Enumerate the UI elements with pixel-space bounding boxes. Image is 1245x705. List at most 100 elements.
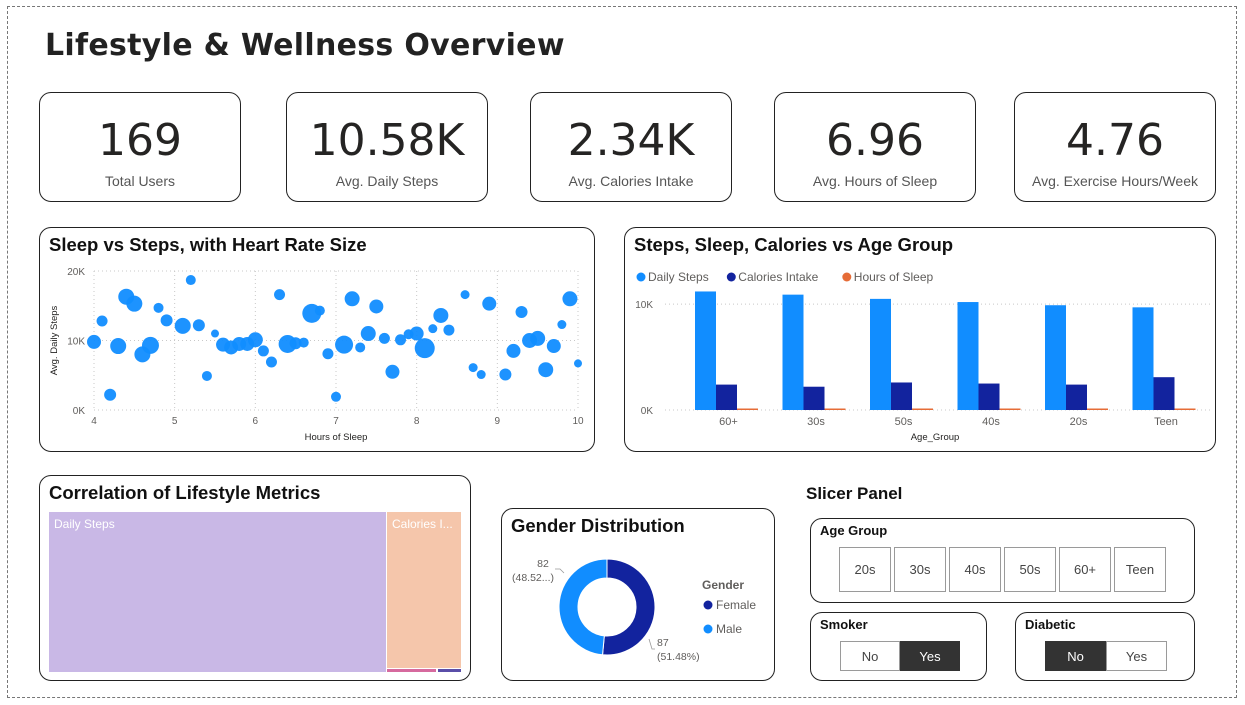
scatter-point[interactable]	[355, 342, 366, 353]
scatter-point[interactable]	[385, 364, 400, 379]
scatter-point[interactable]	[557, 320, 567, 330]
scatter-point[interactable]	[160, 314, 173, 327]
scatter-point[interactable]	[201, 370, 212, 381]
treemap-cell-calories[interactable]: Calories I...	[387, 512, 461, 668]
scatter-point[interactable]	[460, 290, 470, 300]
bar[interactable]	[978, 383, 1000, 410]
age-group-option-40s[interactable]: 40s	[949, 547, 1001, 592]
x-tick-label: 40s	[982, 416, 1000, 428]
scatter-point[interactable]	[574, 359, 582, 368]
bar[interactable]	[1087, 408, 1108, 411]
scatter-point[interactable]	[360, 326, 376, 342]
scatter-point[interactable]	[141, 336, 159, 354]
diabetic-option-yes[interactable]: Yes	[1106, 641, 1167, 671]
treemap-cell-small[interactable]	[387, 669, 437, 672]
treemap-title: Correlation of Lifestyle Metrics	[49, 482, 321, 503]
bar[interactable]	[803, 386, 825, 410]
donut-slice-female[interactable]	[602, 558, 656, 656]
bar[interactable]	[737, 408, 758, 411]
bar-chart-visual[interactable]: Steps, Sleep, Calories vs Age Group Dail…	[624, 227, 1216, 452]
bar[interactable]	[1066, 384, 1087, 410]
scatter-point[interactable]	[515, 306, 528, 319]
scatter-point[interactable]	[428, 324, 438, 334]
diabetic-option-no[interactable]: No	[1045, 641, 1106, 671]
kpi-card-avg-exercise[interactable]: 4.76 Avg. Exercise Hours/Week	[1014, 92, 1216, 202]
scatter-point[interactable]	[96, 315, 108, 327]
scatter-point[interactable]	[538, 362, 554, 378]
bar[interactable]	[1045, 305, 1066, 410]
scatter-point[interactable]	[468, 363, 478, 373]
bar[interactable]	[870, 298, 891, 410]
x-tick-label: 8	[414, 416, 420, 427]
scatter-point[interactable]	[153, 302, 164, 313]
scatter-point[interactable]	[482, 296, 497, 311]
scatter-point[interactable]	[174, 317, 191, 334]
age-group-option-60plus[interactable]: 60+	[1059, 547, 1111, 592]
bar[interactable]	[891, 382, 912, 410]
scatter-point[interactable]	[265, 356, 277, 368]
treemap[interactable]: Daily Steps Calories I...	[49, 512, 462, 672]
scatter-point[interactable]	[257, 345, 269, 357]
scatter-point[interactable]	[126, 295, 143, 312]
kpi-card-total-users[interactable]: 169 Total Users	[39, 92, 241, 202]
scatter-point[interactable]	[369, 299, 384, 314]
donut-slice-male[interactable]	[558, 558, 608, 656]
smoker-option-no[interactable]: No	[840, 641, 900, 671]
bar[interactable]	[824, 408, 846, 411]
kpi-card-avg-daily-steps[interactable]: 10.58K Avg. Daily Steps	[286, 92, 488, 202]
donut-chart-visual[interactable]: Gender Distribution 87 (51.48%) 82 (48.52..…	[501, 508, 775, 681]
bar[interactable]	[1153, 377, 1175, 410]
scatter-point[interactable]	[274, 289, 286, 301]
age-group-option-50s[interactable]: 50s	[1004, 547, 1056, 592]
bar-chart[interactable]: Daily Steps Calories Intake Hours of Sleep…	[625, 228, 1215, 451]
age-group-option-30s[interactable]: 30s	[894, 547, 946, 592]
bar[interactable]	[695, 291, 716, 410]
scatter-point[interactable]	[546, 339, 561, 354]
scatter-point[interactable]	[562, 291, 578, 307]
scatter-point[interactable]	[314, 305, 325, 316]
bar[interactable]	[1174, 408, 1196, 411]
age-group-option-20s[interactable]: 20s	[839, 547, 891, 592]
treemap-cell-small[interactable]	[438, 669, 461, 672]
bar[interactable]	[912, 408, 933, 411]
scatter-point[interactable]	[530, 330, 546, 346]
scatter-point[interactable]	[433, 307, 449, 323]
scatter-point[interactable]	[322, 348, 334, 360]
treemap-cell-daily-steps[interactable]: Daily Steps	[49, 512, 386, 672]
bar[interactable]	[782, 294, 804, 410]
scatter-chart[interactable]: 0K 10K 20K 4 5 6 7 8 9 10 Hours of Sleep Avg. Daily…	[40, 228, 594, 451]
bar[interactable]	[999, 408, 1021, 411]
scatter-point[interactable]	[378, 332, 390, 344]
scatter-point[interactable]	[499, 368, 512, 381]
scatter-point[interactable]	[414, 338, 435, 359]
scatter-point[interactable]	[192, 319, 205, 332]
scatter-point[interactable]	[335, 335, 354, 354]
donut-chart[interactable]: 87 (51.48%) 82 (48.52...) Gender Female Male	[502, 509, 774, 680]
scatter-point[interactable]	[185, 275, 196, 286]
bar[interactable]	[1132, 307, 1154, 410]
scatter-point[interactable]	[506, 343, 521, 358]
bar[interactable]	[957, 302, 979, 410]
kpi-value: 169	[98, 115, 182, 166]
scatter-point[interactable]	[331, 391, 341, 402]
y-tick-label: 20K	[67, 267, 85, 278]
kpi-card-avg-sleep[interactable]: 6.96 Avg. Hours of Sleep	[774, 92, 976, 202]
scatter-point[interactable]	[476, 370, 486, 380]
age-group-slicer-title: Age Group	[820, 523, 888, 538]
scatter-point[interactable]	[104, 388, 117, 401]
smoker-option-yes[interactable]: Yes	[900, 641, 960, 671]
scatter-point[interactable]	[443, 324, 455, 336]
treemap-visual[interactable]: Correlation of Lifestyle Metrics Daily S…	[39, 475, 471, 681]
scatter-chart-visual[interactable]: Sleep vs Steps, with Heart Rate Size 0K 1…	[39, 227, 595, 452]
kpi-card-avg-calories[interactable]: 2.34K Avg. Calories Intake	[530, 92, 732, 202]
scatter-point[interactable]	[211, 329, 219, 338]
scatter-point[interactable]	[298, 337, 309, 348]
bar[interactable]	[716, 384, 737, 410]
scatter-point[interactable]	[247, 332, 263, 348]
scatter-point[interactable]	[110, 338, 127, 355]
scatter-point[interactable]	[87, 334, 101, 349]
scatter-point[interactable]	[409, 326, 424, 341]
age-group-option-teen[interactable]: Teen	[1114, 547, 1166, 592]
diabetic-slicer-title: Diabetic	[1025, 617, 1076, 632]
scatter-point[interactable]	[344, 291, 360, 307]
